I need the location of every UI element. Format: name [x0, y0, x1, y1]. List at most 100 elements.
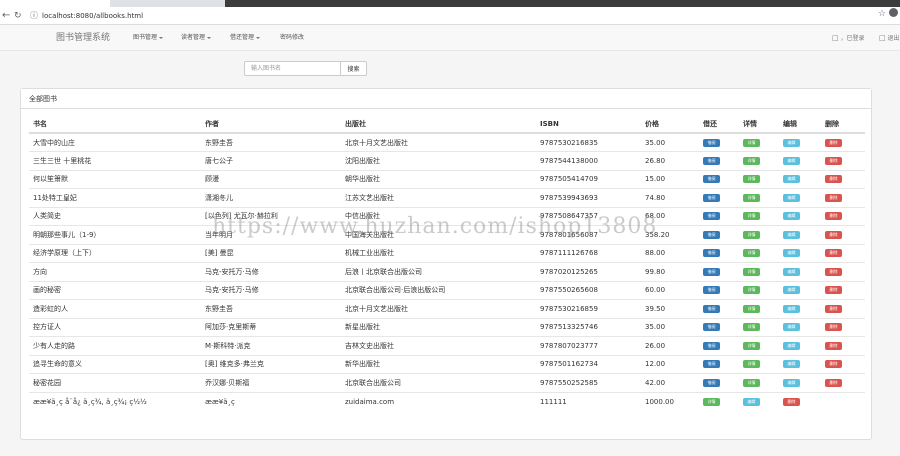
cell-author: 东野圭吾	[201, 132, 341, 152]
borrow-button[interactable]: 借阅	[703, 341, 720, 350]
detail-button[interactable]: 详情	[743, 230, 760, 239]
action-cell: 详情	[739, 299, 779, 318]
bookmark-star-icon[interactable]: ☆	[878, 9, 886, 19]
delete-button[interactable]: 删除	[825, 341, 842, 350]
borrow-button[interactable]: 借阅	[703, 286, 720, 295]
borrow-button[interactable]: 借阅	[703, 212, 720, 221]
edit-button[interactable]: 编辑	[783, 249, 800, 258]
table-row: 控方证人 阿加莎·克里斯蒂 新星出版社 9787513325746 35.00 借阅 详情 编…	[29, 317, 865, 337]
edit-button[interactable]: 编辑	[783, 378, 800, 387]
detail-button[interactable]: 详情	[743, 378, 760, 387]
edit-button[interactable]: 编辑	[783, 304, 800, 313]
action-cell: 删除	[821, 169, 865, 189]
detail-button[interactable]: 详情	[743, 267, 760, 276]
borrow-button[interactable]: 借阅	[703, 156, 720, 165]
delete-button[interactable]: 删除	[825, 304, 842, 313]
cell-isbn: 9787539943693	[536, 188, 641, 207]
cell-price: 88.00	[641, 243, 699, 263]
edit-button[interactable]: 编辑	[783, 156, 800, 165]
detail-button[interactable]: 详情	[743, 249, 760, 258]
borrow-button[interactable]: 借阅	[703, 193, 720, 202]
delete-button[interactable]: 删除	[825, 267, 842, 276]
edit-button[interactable]: 编辑	[783, 341, 800, 350]
edit-button[interactable]: 编辑	[783, 193, 800, 202]
delete-button[interactable]: 删除	[825, 138, 842, 147]
delete-button[interactable]: 删除	[825, 378, 842, 387]
user-icon: □	[832, 34, 839, 42]
cell-publisher: zuidaima.com	[341, 391, 536, 411]
cell-price: 358.20	[641, 225, 699, 244]
cell-isbn: 9787544138000	[536, 151, 641, 170]
edit-button[interactable]: 编辑	[783, 323, 800, 332]
detail-button[interactable]: 详情	[743, 156, 760, 165]
delete-button[interactable]: 删除	[825, 212, 842, 221]
delete-button[interactable]: 删除	[825, 360, 842, 369]
delete-button[interactable]: 删除	[825, 323, 842, 332]
action-cell: 删除	[821, 262, 865, 281]
delete-button[interactable]: 删除	[825, 230, 842, 239]
edit-button[interactable]: 编辑	[783, 286, 800, 295]
info-icon[interactable]: ⓘ	[30, 10, 38, 22]
nav-book-management[interactable]: 图书管理	[133, 25, 164, 51]
detail-button[interactable]: 详情	[703, 397, 720, 406]
edit-button[interactable]: 编辑	[783, 212, 800, 221]
detail-button[interactable]: 详情	[743, 175, 760, 184]
borrow-button[interactable]: 借阅	[703, 378, 720, 387]
delete-button[interactable]: 删除	[825, 286, 842, 295]
action-cell: 借阅	[699, 317, 739, 337]
cell-author: 马克-安托万·马修	[201, 262, 341, 281]
edit-button[interactable]: 编辑	[783, 267, 800, 276]
borrow-button[interactable]: 借阅	[703, 138, 720, 147]
borrow-button[interactable]: 借阅	[703, 175, 720, 184]
detail-button[interactable]: 详情	[743, 360, 760, 369]
detail-button[interactable]: 详情	[743, 286, 760, 295]
brand-title[interactable]: 图书管理系统	[56, 25, 110, 51]
cell-publisher: 北京联合出版公司·后浪出版公司	[341, 280, 536, 300]
delete-button[interactable]: 删除	[825, 156, 842, 165]
logout-link[interactable]: □ 退出	[879, 25, 900, 52]
cell-isbn: 9787530216859	[536, 299, 641, 318]
action-cell: 借阅	[699, 132, 739, 152]
delete-button[interactable]: 删除	[825, 175, 842, 184]
delete-button[interactable]: 删除	[825, 193, 842, 202]
search-input[interactable]	[244, 61, 341, 76]
table-row: 大雪中的山庄 东野圭吾 北京十月文艺出版社 9787530216835 35.00 借阅 详…	[29, 132, 865, 152]
action-cell: 借阅	[699, 243, 739, 263]
nav-reader-management[interactable]: 读者管理	[181, 25, 212, 51]
borrow-button[interactable]: 借阅	[703, 230, 720, 239]
action-cell: 删除	[821, 354, 865, 374]
borrow-button[interactable]: 借阅	[703, 360, 720, 369]
edit-button[interactable]: 编辑	[783, 230, 800, 239]
detail-button[interactable]: 详情	[743, 323, 760, 332]
edit-button[interactable]: 编辑	[743, 397, 760, 406]
detail-button[interactable]: 详情	[743, 138, 760, 147]
login-status[interactable]: □ ，已登录	[832, 25, 865, 52]
delete-button[interactable]: 删除	[783, 397, 800, 406]
edit-button[interactable]: 编辑	[783, 175, 800, 184]
cell-author: 马克-安托万·马修	[201, 280, 341, 300]
borrow-button[interactable]: 借阅	[703, 267, 720, 276]
detail-button[interactable]: 详情	[743, 341, 760, 350]
borrow-button[interactable]: 借阅	[703, 323, 720, 332]
reload-icon[interactable]: ↻	[14, 10, 22, 22]
address-bar[interactable]: ⓘ localhost:8080/allbooks.html	[30, 10, 880, 22]
detail-button[interactable]: 详情	[743, 212, 760, 221]
nav-borrow-management[interactable]: 借还管理	[230, 25, 261, 51]
cell-name: 经济学原理（上下）	[29, 243, 201, 263]
edit-button[interactable]: 编辑	[783, 360, 800, 369]
delete-button[interactable]: 删除	[825, 249, 842, 258]
detail-button[interactable]: 详情	[743, 193, 760, 202]
nav-password-change[interactable]: 密码修改	[280, 25, 304, 51]
action-cell: 删除	[821, 336, 865, 355]
app-navbar: 图书管理系统 图书管理 读者管理 借还管理 密码修改 □ ，已登录 □ 退出	[0, 25, 900, 51]
browser-tab[interactable]	[0, 0, 110, 7]
borrow-button[interactable]: 借阅	[703, 249, 720, 258]
search-button[interactable]: 搜索	[341, 61, 367, 76]
detail-button[interactable]: 详情	[743, 304, 760, 313]
action-cell: 详情	[739, 151, 779, 170]
profile-icon[interactable]	[889, 8, 898, 17]
column-header: 删除	[821, 115, 865, 134]
edit-button[interactable]: 编辑	[783, 138, 800, 147]
back-icon[interactable]: ←	[2, 10, 10, 22]
borrow-button[interactable]: 借阅	[703, 304, 720, 313]
